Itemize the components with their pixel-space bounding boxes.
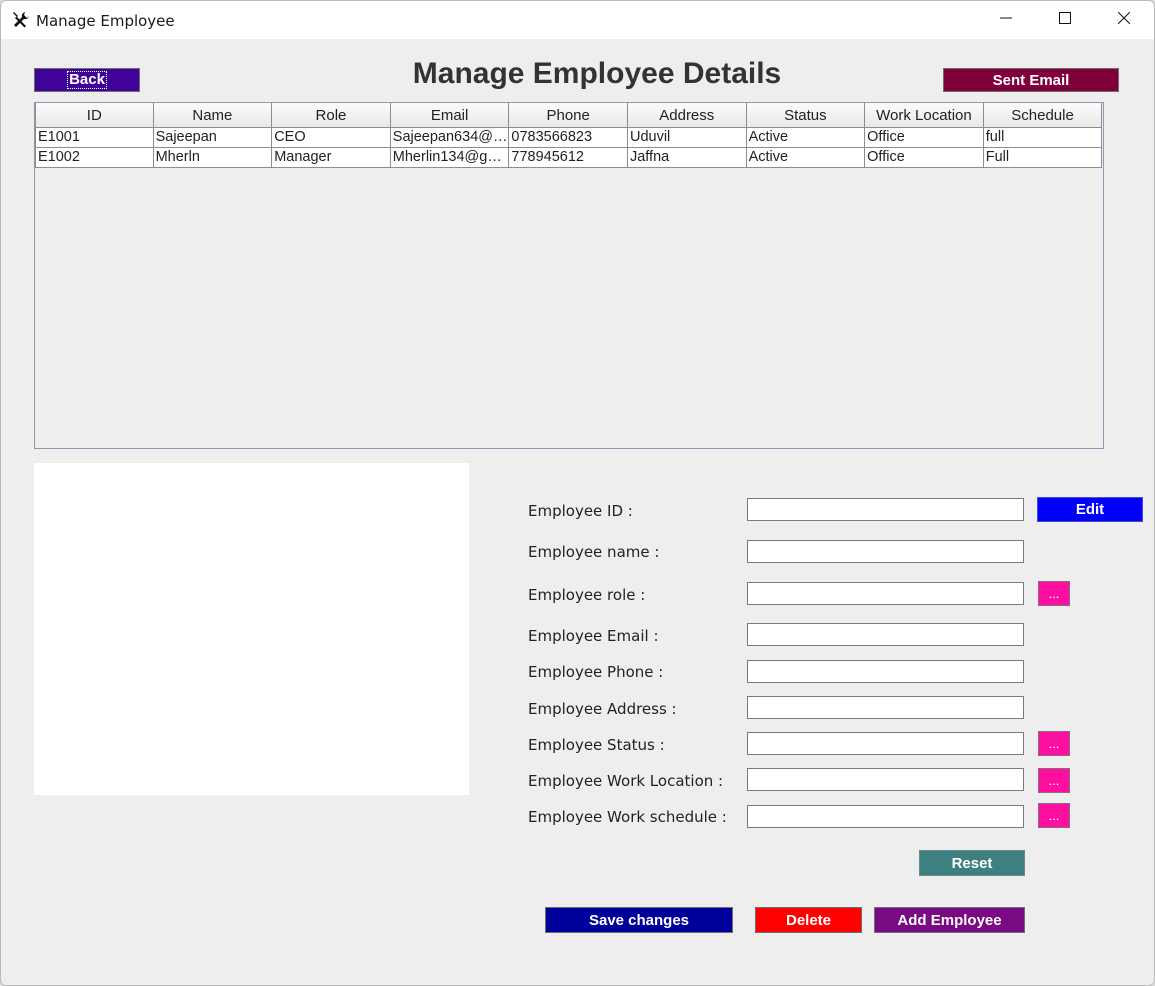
- table-cell: Office: [865, 148, 984, 168]
- save-changes-button[interactable]: Save changes: [545, 907, 733, 933]
- table-cell: full: [983, 128, 1103, 148]
- table-body: E1001 Sajeepan CEO Sajeepan634@g... 0783…: [35, 128, 1103, 168]
- employee-role-input[interactable]: [747, 582, 1024, 605]
- employee-phone-label: Employee Phone :: [528, 663, 664, 681]
- table-cell: Manager: [272, 148, 391, 168]
- employee-phone-input[interactable]: [747, 660, 1024, 683]
- table-cell: Office: [865, 128, 984, 148]
- table-cell: Uduvil: [627, 128, 747, 148]
- employee-email-input[interactable]: [747, 623, 1024, 646]
- work-schedule-picker-button[interactable]: ...: [1038, 803, 1070, 828]
- column-header-phone[interactable]: Phone: [509, 103, 628, 128]
- table-cell: Active: [746, 128, 866, 148]
- table-cell: E1001: [35, 128, 154, 148]
- add-employee-button[interactable]: Add Employee: [874, 907, 1025, 933]
- table-header: ID Name Role Email Phone Address Status …: [35, 103, 1103, 128]
- employee-email-label: Employee Email :: [528, 627, 659, 645]
- employee-role-label: Employee role :: [528, 586, 646, 604]
- column-header-email[interactable]: Email: [390, 103, 510, 128]
- table-cell: 778945612: [509, 148, 628, 168]
- employee-name-input[interactable]: [747, 540, 1024, 563]
- employee-work-location-label: Employee Work Location :: [528, 772, 724, 790]
- window-title: Manage Employee: [36, 12, 175, 30]
- tools-icon: [11, 10, 31, 30]
- maximize-button[interactable]: [1036, 1, 1094, 39]
- employee-status-input[interactable]: [747, 732, 1024, 755]
- table-cell: Active: [746, 148, 866, 168]
- table-cell: Sajeepan: [153, 128, 273, 148]
- column-header-status[interactable]: Status: [746, 103, 866, 128]
- column-header-role[interactable]: Role: [272, 103, 391, 128]
- close-button[interactable]: [1095, 1, 1153, 39]
- client-area: Back Manage Employee Details Sent Email …: [1, 39, 1154, 985]
- minimize-button[interactable]: [977, 1, 1035, 39]
- column-header-schedule[interactable]: Schedule: [983, 103, 1103, 128]
- table-cell: Mherlin134@gm...: [390, 148, 510, 168]
- column-header-id[interactable]: ID: [35, 103, 154, 128]
- employee-address-label: Employee Address :: [528, 700, 677, 718]
- table-cell: 0783566823: [509, 128, 628, 148]
- table-cell: Sajeepan634@g...: [390, 128, 510, 148]
- back-button-label: Back: [67, 71, 107, 89]
- column-header-name[interactable]: Name: [153, 103, 273, 128]
- work-location-picker-button[interactable]: ...: [1038, 768, 1070, 793]
- table-cell: Full: [983, 148, 1103, 168]
- employee-table[interactable]: ID Name Role Email Phone Address Status …: [34, 102, 1104, 449]
- employee-work-schedule-label: Employee Work schedule :: [528, 808, 727, 826]
- app-window: Manage Employee Back Manage Employee Det…: [0, 0, 1155, 986]
- status-picker-button[interactable]: ...: [1038, 731, 1070, 756]
- table-cell: CEO: [272, 128, 391, 148]
- page-title: Manage Employee Details: [412, 57, 782, 90]
- sent-email-button[interactable]: Sent Email: [943, 68, 1119, 92]
- employee-address-input[interactable]: [747, 696, 1024, 719]
- employee-work-schedule-input[interactable]: [747, 805, 1024, 828]
- table-cell: E1002: [35, 148, 154, 168]
- column-header-address[interactable]: Address: [627, 103, 747, 128]
- title-bar[interactable]: Manage Employee: [1, 1, 1154, 39]
- employee-work-location-input[interactable]: [747, 768, 1024, 791]
- table-row[interactable]: E1002 Mherln Manager Mherlin134@gm... 77…: [35, 148, 1103, 168]
- back-button[interactable]: Back: [34, 68, 140, 92]
- table-cell: Mherln: [153, 148, 273, 168]
- employee-id-input[interactable]: [747, 498, 1024, 521]
- reset-button[interactable]: Reset: [919, 850, 1025, 876]
- table-row[interactable]: E1001 Sajeepan CEO Sajeepan634@g... 0783…: [35, 128, 1103, 148]
- delete-button[interactable]: Delete: [755, 907, 862, 933]
- role-picker-button[interactable]: ...: [1038, 581, 1070, 606]
- maximize-icon: [1059, 11, 1071, 29]
- edit-button[interactable]: Edit: [1037, 497, 1143, 522]
- employee-status-label: Employee Status :: [528, 736, 665, 754]
- employee-id-label: Employee ID :: [528, 502, 633, 520]
- employee-name-label: Employee name :: [528, 543, 660, 561]
- close-icon: [1117, 11, 1131, 29]
- employee-photo-panel: [34, 463, 469, 795]
- column-header-work-location[interactable]: Work Location: [865, 103, 984, 128]
- minimize-icon: [1000, 11, 1012, 29]
- table-cell: Jaffna: [627, 148, 747, 168]
